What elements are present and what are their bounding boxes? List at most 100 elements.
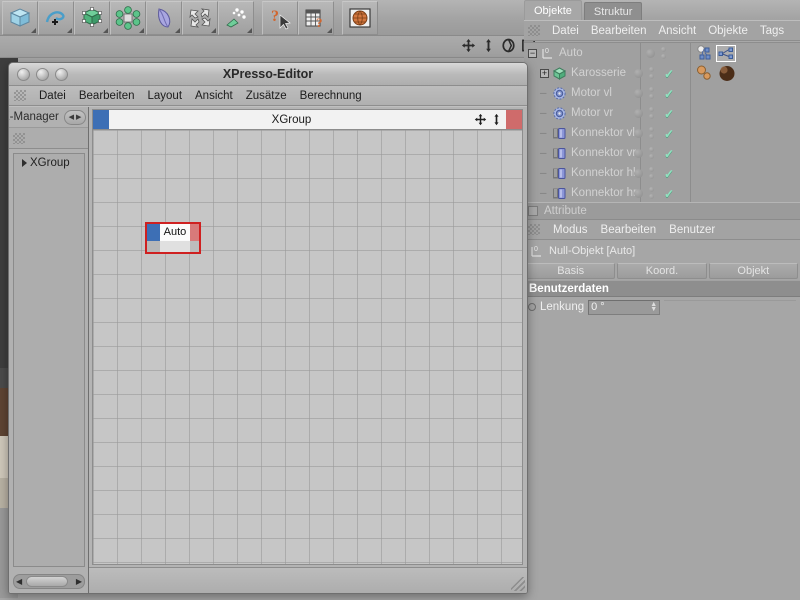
- tab-struktur[interactable]: Struktur: [583, 2, 643, 20]
- xnode-auto[interactable]: Auto: [145, 222, 201, 254]
- attribute-section-header: Benutzerdaten: [524, 280, 800, 297]
- toolbar-button-nurbs[interactable]: [74, 0, 110, 35]
- toolbar-button-help-cursor[interactable]: ?: [262, 0, 298, 35]
- nav-prev-icon[interactable]: ◀: [69, 113, 74, 121]
- table-row[interactable]: + Karosserie ✓: [524, 63, 800, 83]
- lenkung-number-field[interactable]: 0 ° ▲ ▼: [588, 299, 661, 315]
- panel-grip-icon[interactable]: [528, 25, 540, 36]
- tab-objekte[interactable]: Objekte: [524, 0, 582, 20]
- enabled-check-icon[interactable]: ✓: [664, 167, 674, 181]
- editor-visibility-dot[interactable]: [646, 48, 655, 58]
- globe-icon: [349, 7, 371, 28]
- scroll-left-icon[interactable]: ◀: [16, 577, 22, 586]
- panel-collapse-box-icon[interactable]: [528, 206, 538, 216]
- scale-view-icon[interactable]: [481, 38, 496, 53]
- toolbar-button-modeling[interactable]: [110, 0, 146, 35]
- polygon-object-icon: [552, 66, 567, 80]
- menu-datei[interactable]: Datei: [552, 25, 579, 37]
- panel-grip-icon[interactable]: [528, 224, 540, 235]
- x-manager-nav-buttons[interactable]: ◀ ▶: [64, 109, 86, 125]
- render-visibility-dots[interactable]: [661, 47, 666, 59]
- menu-bearbeiten[interactable]: Bearbeiten: [601, 224, 657, 236]
- menu-datei[interactable]: Datei: [39, 90, 66, 102]
- xgroup-input-port[interactable]: [93, 110, 109, 129]
- toolbar-button-help-table[interactable]: ?: [298, 0, 334, 35]
- window-resize-grip[interactable]: [511, 577, 525, 591]
- scroll-right-icon[interactable]: ▶: [76, 577, 82, 586]
- menu-objekte[interactable]: Objekte: [708, 25, 748, 37]
- move-view-icon[interactable]: [461, 38, 476, 53]
- tab-objekt[interactable]: Objekt: [708, 263, 798, 279]
- table-row[interactable]: − 0 Auto: [524, 43, 800, 63]
- xpresso-titlebar[interactable]: XPresso-Editor: [9, 63, 527, 86]
- visibility-dots[interactable]: [634, 183, 654, 202]
- table-row[interactable]: ─ Motor vr ✓: [524, 103, 800, 123]
- editor-visibility-dot[interactable]: [634, 68, 643, 78]
- material-tag-icon[interactable]: [696, 65, 714, 82]
- list-item[interactable]: XGroup: [14, 154, 84, 172]
- toolbar-button-primitive-cube[interactable]: [2, 0, 38, 35]
- toolbar-button-spline[interactable]: [38, 0, 74, 35]
- visibility-dots[interactable]: [646, 43, 666, 63]
- svg-text:?: ?: [316, 15, 323, 30]
- tab-koord[interactable]: Koord.: [617, 263, 707, 279]
- render-visibility-dots[interactable]: [649, 67, 654, 79]
- stepper-arrows-icon[interactable]: ▲ ▼: [650, 301, 657, 313]
- rotate-view-icon[interactable]: [501, 38, 516, 53]
- table-row[interactable]: ─ Konnektor hr ✓: [524, 183, 800, 202]
- xpresso-tag-icon[interactable]: [696, 44, 714, 62]
- menu-modus[interactable]: Modus: [553, 224, 588, 236]
- menu-berechnung[interactable]: Berechnung: [300, 90, 362, 102]
- enabled-check-icon[interactable]: ✓: [664, 187, 674, 201]
- table-row[interactable]: ─ Konnektor hl ✓: [524, 163, 800, 183]
- object-manager-tree[interactable]: − 0 Auto + Karosserie ✓ ─ Motor vl ✓ ─ M…: [524, 42, 800, 202]
- chevron-right-icon[interactable]: [22, 159, 27, 167]
- table-row[interactable]: ─ Konnektor vl ✓: [524, 123, 800, 143]
- toolbar-button-deformer[interactable]: [146, 0, 182, 35]
- xgroup-output-port[interactable]: [506, 110, 522, 129]
- enabled-check-icon[interactable]: ✓: [664, 127, 674, 141]
- visibility-dots[interactable]: [634, 123, 654, 143]
- expander-plus-icon[interactable]: +: [540, 68, 549, 78]
- visibility-dots[interactable]: [634, 103, 654, 123]
- expander-minus-icon[interactable]: −: [528, 48, 537, 58]
- table-row[interactable]: ─ Motor vl ✓: [524, 83, 800, 103]
- enabled-check-icon[interactable]: ✓: [664, 147, 674, 161]
- menu-ansicht[interactable]: Ansicht: [195, 90, 233, 102]
- menu-layout[interactable]: Layout: [147, 90, 182, 102]
- nav-next-icon[interactable]: ▶: [76, 113, 81, 121]
- panel-grip-icon[interactable]: [14, 90, 26, 101]
- menu-tags[interactable]: Tags: [760, 25, 784, 37]
- xpresso-node-canvas[interactable]: Auto: [92, 130, 523, 565]
- menu-benutzer[interactable]: Benutzer: [669, 224, 715, 236]
- parameter-port-icon[interactable]: [528, 303, 536, 311]
- menu-zusaetze[interactable]: Zusätze: [246, 90, 287, 102]
- x-manager-horizontal-scrollbar[interactable]: ◀ ▶: [13, 574, 85, 589]
- toolbar-button-browser[interactable]: [342, 0, 378, 35]
- toolbar-button-environment[interactable]: [182, 0, 218, 35]
- x-manager-tree[interactable]: XGroup: [13, 153, 85, 567]
- panel-grip-icon[interactable]: [13, 132, 25, 144]
- enabled-check-icon[interactable]: ✓: [664, 107, 674, 121]
- xpresso-tag-selected-icon[interactable]: [716, 44, 736, 62]
- visibility-dots[interactable]: [634, 63, 654, 83]
- table-row[interactable]: ─ Konnektor vr ✓: [524, 143, 800, 163]
- atom-green-icon: [115, 5, 141, 30]
- menu-bearbeiten[interactable]: Bearbeiten: [591, 25, 647, 37]
- move-node-icon[interactable]: [474, 113, 487, 126]
- collapse-node-icon[interactable]: [490, 113, 503, 126]
- visibility-dots[interactable]: [634, 143, 654, 163]
- xgroup-header[interactable]: XGroup: [92, 109, 523, 130]
- tab-basis[interactable]: Basis: [526, 263, 616, 279]
- material-sphere-tag-icon[interactable]: [717, 65, 737, 82]
- xnode-input-port[interactable]: [147, 224, 160, 241]
- scrollbar-thumb[interactable]: [26, 576, 68, 587]
- enabled-check-icon[interactable]: ✓: [664, 87, 674, 101]
- xnode-output-port[interactable]: [190, 224, 199, 241]
- menu-bearbeiten[interactable]: Bearbeiten: [79, 90, 135, 102]
- toolbar-button-particles[interactable]: [218, 0, 254, 35]
- visibility-dots[interactable]: [634, 163, 654, 183]
- menu-ansicht[interactable]: Ansicht: [658, 25, 696, 37]
- enabled-check-icon[interactable]: ✓: [664, 67, 674, 81]
- visibility-dots[interactable]: [634, 83, 654, 103]
